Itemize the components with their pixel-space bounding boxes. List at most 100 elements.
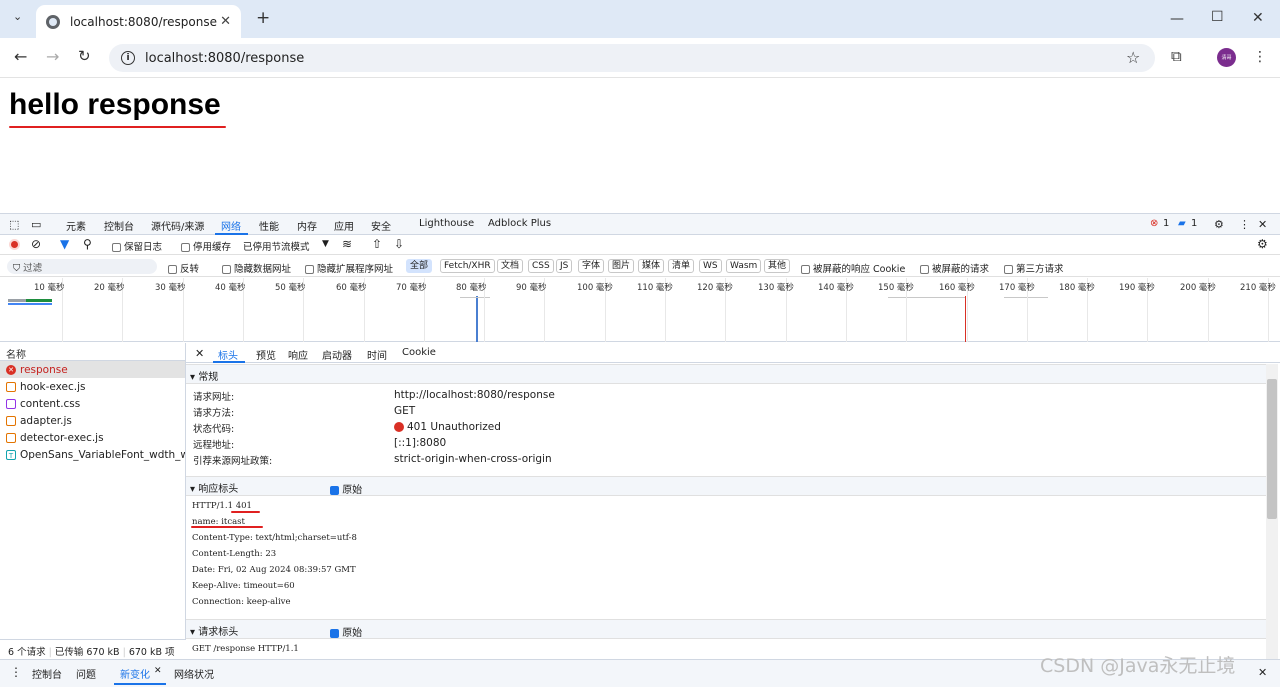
general-key: 请求方法: [193,408,235,419]
devtools-tab[interactable]: Lighthouse [419,218,474,229]
inspect-icon[interactable]: ⬚ [9,218,19,231]
type-pill[interactable]: JS [556,259,573,273]
back-icon[interactable]: ← [14,49,27,65]
network-settings-icon[interactable]: ⚙ [1257,237,1268,251]
timeline-tick-label: 40 毫秒 [215,283,246,293]
devtools-menu-icon[interactable]: ⋮ [1239,218,1250,231]
devtools-tab-network[interactable]: 网络 [221,218,241,233]
tab-search-icon[interactable]: ⌄ [13,11,22,22]
detail-tab-headers[interactable]: 标头 [218,347,238,362]
error-count[interactable]: 1 [1163,218,1169,229]
clear-icon[interactable]: ⊘ [31,237,41,251]
devtools-tab[interactable]: 元素 [66,218,86,233]
drawer-tab[interactable]: 网络状况 [174,666,214,681]
address-bar[interactable]: i localhost:8080/response [109,44,1155,72]
chevron-down-icon[interactable]: ▼ [322,239,329,249]
raw-toggle-checkbox[interactable]: 原始 [330,481,362,496]
devtools-tab[interactable]: 内存 [297,218,317,233]
devtools-tab[interactable]: 应用 [334,218,354,233]
bookmark-star-icon[interactable]: ☆ [1126,50,1140,66]
detail-tab[interactable]: 响应 [288,347,308,362]
type-pill[interactable]: WS [699,259,722,273]
type-pill[interactable]: Wasm [726,259,762,273]
close-devtools-icon[interactable]: ✕ [1258,218,1267,231]
request-row-response[interactable]: ✕ response [0,361,185,378]
request-row[interactable]: T OpenSans_VariableFont_wdth_wg... [0,446,185,463]
browser-tab[interactable]: localhost:8080/response ✕ [36,5,241,38]
preserve-log-checkbox[interactable]: 保留日志 [112,239,162,253]
menu-kebab-icon[interactable]: ⋮ [1253,50,1267,64]
devtools-tab[interactable]: 性能 [259,218,279,233]
type-pill[interactable]: 图片 [608,259,635,273]
site-info-icon[interactable]: i [121,51,135,65]
detail-tab[interactable]: 启动器 [322,347,352,362]
request-row[interactable]: detector-exec.js [0,429,185,446]
request-headers-section-header[interactable]: ▾ 请求标头 原始 [186,619,1266,639]
reload-icon[interactable]: ↻ [78,49,91,64]
throttling-select[interactable]: 已停用节流模式 [243,239,310,253]
close-drawer-tab-icon[interactable]: ✕ [154,666,162,676]
devtools-tab[interactable]: 安全 [371,218,391,233]
detail-tab[interactable]: 预览 [256,347,276,362]
devtools-tab[interactable]: 源代码/来源 [151,218,204,233]
blocked-requests-checkbox[interactable]: 被屏蔽的请求 [920,261,989,275]
drawer-tab[interactable]: 问题 [76,666,96,681]
close-drawer-icon[interactable]: ✕ [1258,666,1267,679]
annotation-underline [9,126,226,128]
type-pill[interactable]: 清单 [668,259,695,273]
type-pill[interactable]: 文档 [497,259,524,273]
detail-scrollbar[interactable] [1266,364,1278,660]
error-badge-icon[interactable]: ⊗ [1150,218,1158,229]
minimize-icon[interactable]: — [1170,12,1184,26]
close-detail-icon[interactable]: ✕ [195,347,204,360]
blocked-cookies-checkbox[interactable]: 被屏蔽的响应 Cookie [801,261,905,275]
timeline-overview[interactable]: 10 毫秒 20 毫秒 30 毫秒 40 毫秒 50 毫秒 60 毫秒 70 毫秒 80 毫秒… [0,278,1280,342]
hide-data-urls-checkbox[interactable]: 隐藏数据网址 [222,261,291,275]
close-window-icon[interactable]: ✕ [1252,11,1264,25]
export-har-icon[interactable]: ⇩ [394,237,404,251]
request-row[interactable]: adapter.js [0,412,185,429]
raw-toggle-checkbox[interactable]: 原始 [330,624,362,639]
request-row[interactable]: hook-exec.js [0,378,185,395]
invert-checkbox[interactable]: 反转 [168,261,199,275]
type-pill[interactable]: 字体 [578,259,605,273]
scrollbar-thumb[interactable] [1267,379,1277,519]
timeline-tick-label: 30 毫秒 [155,283,186,293]
third-party-checkbox[interactable]: 第三方请求 [1004,261,1064,275]
type-pill[interactable]: 其他 [764,259,791,273]
extensions-icon[interactable]: ⧉ [1171,49,1182,64]
devtools-tab[interactable]: 控制台 [104,218,134,233]
type-pill-all[interactable]: 全部 [406,259,433,273]
request-row[interactable]: content.css [0,395,185,412]
drawer-menu-icon[interactable]: ⋮ [10,665,22,679]
detail-tab[interactable]: 时间 [367,347,387,362]
type-pill[interactable]: Fetch/XHR [440,259,495,273]
message-badge-icon[interactable]: ▰ [1178,218,1186,229]
disable-cache-checkbox[interactable]: 停用缓存 [181,239,231,253]
drawer-tab-active[interactable]: 新变化 [120,666,150,681]
network-conditions-icon[interactable]: ≋ [342,237,352,251]
name-column-header[interactable]: 名称 [0,343,185,361]
close-tab-icon[interactable]: ✕ [220,14,231,29]
detail-tab[interactable]: Cookie [402,347,436,358]
type-pill[interactable]: CSS [528,259,554,273]
device-toolbar-icon[interactable]: ▭ [31,218,41,231]
search-icon[interactable]: ⚲ [83,237,92,251]
status-error-dot-icon [394,422,404,432]
filter-funnel-icon[interactable]: ▼ [60,237,69,251]
forward-icon[interactable]: → [46,49,59,65]
filter-input[interactable]: ⛉ 过滤 [7,259,157,274]
type-pill[interactable]: 媒体 [638,259,665,273]
devtools-tab[interactable]: Adblock Plus [488,218,551,229]
new-tab-button[interactable]: + [256,10,270,27]
import-har-icon[interactable]: ⇧ [372,237,382,251]
avatar[interactable]: 清哥 [1217,48,1236,67]
general-section-header[interactable]: ▾ 常规 [186,364,1266,384]
response-headers-section-header[interactable]: ▾ 响应标头 原始 [186,476,1266,496]
settings-gear-icon[interactable]: ⚙ [1214,218,1224,231]
maximize-icon[interactable]: ☐ [1211,10,1224,24]
drawer-tab[interactable]: 控制台 [32,666,62,681]
hide-extension-urls-checkbox[interactable]: 隐藏扩展程序网址 [305,261,393,275]
message-count[interactable]: 1 [1191,218,1197,229]
record-icon[interactable] [9,239,20,250]
